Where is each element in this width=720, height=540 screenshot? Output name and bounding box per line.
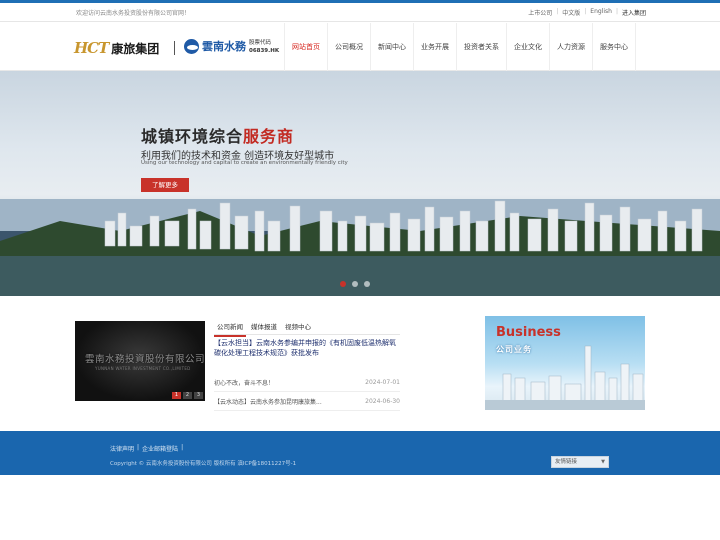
business-title-en: Business	[496, 325, 561, 340]
banner-pager	[340, 281, 370, 287]
divider: |	[137, 444, 140, 451]
list-item[interactable]: 【云水动态】云南水务参加昆明康旅集... 2024-06-30	[214, 393, 400, 411]
site-footer: 法律声明 | 企业邮箱登陆 | Copyright © 云南水务投资股份有限公司…	[0, 431, 720, 475]
water-drop-icon	[184, 38, 199, 54]
business-panel[interactable]: Business 公司业务	[485, 316, 645, 410]
list-item-title: 【云水动态】云南水务参加昆明康旅集...	[214, 399, 322, 406]
hct-logo-name: 康旅集团	[111, 41, 160, 56]
banner-title-main: 城镇环境综合	[141, 127, 244, 146]
divider: |	[556, 8, 559, 15]
nav-item-home[interactable]: 网站首页	[284, 23, 327, 71]
nav-item-corporate-culture[interactable]: 企业文化	[506, 23, 549, 71]
city-skyline-illustration	[0, 199, 720, 296]
slide-number[interactable]: 3	[194, 392, 203, 399]
link-listed-company[interactable]: 上市公司	[528, 8, 552, 17]
learn-more-button[interactable]: 了解更多	[141, 178, 189, 192]
slide-pager: 1 2 3	[172, 392, 203, 399]
nav-item-investor-relations[interactable]: 投资者关系	[456, 23, 506, 71]
banner-title: 城镇环境综合服务商	[141, 123, 294, 147]
news-headline[interactable]: 【云水担当】云南水务参编并申报的《有机固废低温热解氧碳化处理工程技术规范》获批发…	[214, 338, 402, 358]
chevron-down-icon: ▼	[601, 459, 605, 465]
banner-dot[interactable]	[364, 281, 370, 287]
list-item-title: 初心不改，奋斗不息！	[214, 380, 275, 387]
news-slideshow[interactable]: 雲南水務投資股份有限公司 YUNNAN WATER INVESTMENT CO.…	[75, 321, 205, 401]
friendly-links-select[interactable]: 友情链接 ▼	[551, 456, 609, 468]
nav-item-news-center[interactable]: 新闻中心	[370, 23, 413, 71]
divider: |	[584, 8, 587, 15]
banner-title-highlight: 服务商	[243, 127, 295, 146]
list-item[interactable]: 初心不改，奋斗不息！ 2024-07-01	[214, 374, 400, 392]
stock-code-block: 股票代码 06839.HK	[249, 39, 279, 55]
nav-item-company-overview[interactable]: 公司概况	[327, 23, 370, 71]
divider: |	[615, 8, 618, 15]
footer-links: 法律声明 | 企业邮箱登陆 |	[110, 444, 183, 453]
banner-subtitle-en: Using our technology and capital to crea…	[141, 160, 348, 166]
link-chinese[interactable]: 中文版	[562, 8, 580, 17]
logo-divider	[174, 41, 175, 55]
main-nav: 网站首页 公司概况 新闻中心 业务开展 投资者关系 企业文化 人力资源 服务中心	[284, 23, 636, 71]
list-item-date: 2024-06-30	[365, 398, 400, 405]
site-header: HCT 康旅集团 雲南水務 股票代码 06839.HK 网站首页 公司概况 新闻…	[0, 23, 720, 71]
welcome-text: 欢迎访问云南水务投资股份有限公司官网！	[76, 10, 191, 17]
footer-link-email-login[interactable]: 企业邮箱登陆	[142, 444, 178, 453]
banner-dot[interactable]	[340, 281, 346, 287]
footer-link-legal[interactable]: 法律声明	[110, 444, 134, 453]
top-bar: 欢迎访问云南水务投资股份有限公司官网！ 上市公司 | 中文版 | English…	[0, 3, 720, 22]
hct-logo-mark: HCT	[74, 39, 109, 57]
company-plaque: 雲南水務投資股份有限公司	[85, 354, 205, 365]
nav-item-business[interactable]: 业务开展	[413, 23, 456, 71]
top-links: 上市公司 | 中文版 | English | 进入集团	[528, 8, 646, 17]
hct-logo[interactable]: HCT 康旅集团	[74, 39, 159, 57]
nav-item-human-resources[interactable]: 人力资源	[549, 23, 592, 71]
stock-code-label: 股票代码	[249, 40, 272, 46]
stock-code-value: 06839.HK	[249, 48, 280, 54]
business-title-cn: 公司业务	[496, 345, 532, 354]
list-item-date: 2024-07-01	[365, 379, 400, 386]
banner-dot[interactable]	[352, 281, 358, 287]
link-english[interactable]: English	[590, 8, 612, 17]
tabs-divider	[214, 334, 400, 335]
slide-number[interactable]: 2	[183, 392, 192, 399]
nav-item-service-center[interactable]: 服务中心	[592, 23, 636, 71]
friendly-links-select-label: 友情链接	[555, 459, 578, 465]
link-enter-group[interactable]: 进入集团	[622, 8, 646, 17]
divider: |	[181, 444, 184, 451]
yunnan-water-logo-name: 雲南水務	[202, 40, 246, 53]
slide-number[interactable]: 1	[172, 392, 181, 399]
yunnan-water-logo[interactable]: 雲南水務	[184, 38, 246, 54]
footer-copyright: Copyright © 云南水务投资股份有限公司 版权所有 滇ICP备18011…	[110, 461, 297, 467]
hero-banner: 城镇环境综合服务商 利用我们的技术和资金 创造环境友好型城市 Using our…	[0, 71, 720, 296]
company-plaque-en: YUNNAN WATER INVESTMENT CO.,LIMITED	[95, 366, 191, 371]
